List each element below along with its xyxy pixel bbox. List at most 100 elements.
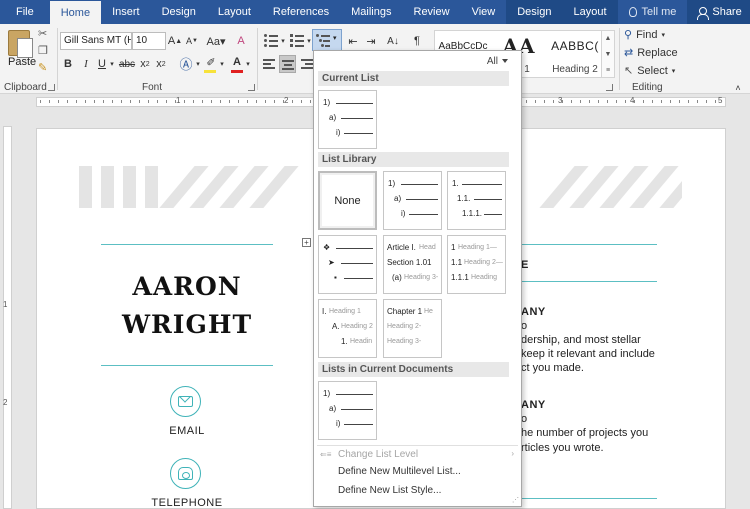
replace-button[interactable]: ⇄ Replace — [624, 46, 678, 60]
tab-view[interactable]: View — [461, 0, 507, 24]
tab-table-design[interactable]: Design — [506, 0, 563, 24]
vertical-ruler[interactable]: 1 2 — [0, 110, 14, 509]
tab-insert[interactable]: Insert — [101, 0, 151, 24]
styles-launcher-icon[interactable] — [606, 84, 613, 91]
font-color-dropdown-icon[interactable]: ▾ — [244, 56, 252, 72]
share-button[interactable]: Share — [687, 0, 750, 24]
grow-font-icon[interactable]: A ▲ — [168, 33, 182, 49]
format-painter-icon[interactable]: ✎ — [38, 61, 47, 74]
resume-name-line-1[interactable]: AARON — [101, 268, 273, 306]
subscript-icon[interactable]: x2 — [139, 56, 151, 72]
multilevel-list-button[interactable]: ▾ — [312, 29, 342, 51]
shrink-font-icon[interactable]: A ▼ — [185, 33, 199, 49]
font-size-select[interactable]: 10 — [132, 32, 166, 50]
increase-indent-icon[interactable]: ⇥ — [364, 33, 378, 49]
select-dropdown-icon: ▾ — [671, 67, 676, 75]
tile-label: Section 1.01 — [387, 258, 432, 267]
find-button[interactable]: ⚲ Find ▾ — [624, 28, 665, 42]
select-button[interactable]: ↖ Select ▾ — [624, 64, 676, 78]
tab-references[interactable]: References — [262, 0, 340, 24]
resize-gripper-icon[interactable]: ⋰ — [512, 496, 519, 504]
tab-review[interactable]: Review — [403, 0, 461, 24]
font-family-select[interactable]: Gill Sans MT (H — [60, 32, 132, 50]
body-text-line[interactable]: ct you made. — [521, 362, 584, 374]
font-color-icon[interactable]: A — [230, 54, 244, 70]
tile-label: Chapter 1 — [387, 307, 423, 316]
list-library-numbered[interactable]: 1) a) i) — [383, 171, 442, 230]
numbering-icon[interactable] — [290, 34, 304, 47]
tab-mailings[interactable]: Mailings — [340, 0, 402, 24]
font-launcher-icon[interactable] — [248, 84, 255, 91]
bullets-dropdown-icon[interactable]: ▾ — [279, 33, 287, 49]
text-effects-dropdown-icon[interactable]: ▾ — [194, 56, 202, 72]
tile-label: a) — [329, 113, 337, 122]
company-heading-fragment[interactable]: ANY — [521, 399, 546, 411]
list-library-bullets[interactable]: ❖ ➤ ▪ — [318, 235, 377, 294]
copy-icon[interactable]: ❐ — [38, 44, 48, 57]
superscript-icon[interactable]: x2 — [155, 56, 167, 72]
ruler-number: 5 — [718, 96, 723, 105]
align-center-button[interactable] — [279, 55, 296, 73]
clipboard-paste-icon[interactable] — [8, 30, 33, 58]
banner-stripe — [79, 166, 92, 208]
bullets-icon[interactable] — [264, 34, 278, 47]
company-heading-fragment[interactable]: ANY — [521, 306, 546, 318]
body-text-line[interactable]: dership, and most stellar — [521, 334, 641, 346]
body-text-line[interactable]: rticles you wrote. — [521, 442, 604, 454]
document-list-tile[interactable]: 1) a) i) — [318, 381, 377, 440]
tell-me-search[interactable]: Tell me — [618, 0, 688, 24]
paste-button-label[interactable]: Paste — [8, 56, 36, 68]
define-list-style-menuitem[interactable]: Define New List Style... — [338, 485, 441, 496]
tab-layout[interactable]: Layout — [207, 0, 262, 24]
ruler-tick — [652, 100, 653, 103]
tab-design[interactable]: Design — [151, 0, 207, 24]
tile-label: 1.1. — [457, 194, 471, 203]
section-heading-fragment[interactable]: E — [521, 259, 529, 271]
clipboard-launcher-icon[interactable] — [48, 84, 55, 91]
clear-formatting-icon[interactable]: A — [234, 33, 248, 49]
list-library-heading-numbered[interactable]: 1 Heading 1— 1.1 Heading 2— 1.1.1 Headin… — [447, 235, 506, 294]
tile-line — [344, 133, 373, 134]
underline-icon[interactable]: U — [96, 56, 108, 72]
tab-home[interactable]: Home — [49, 0, 102, 24]
change-case-icon[interactable]: Aa▾ — [206, 33, 226, 49]
table-move-handle-icon[interactable]: + — [302, 238, 311, 247]
list-library-decimal[interactable]: 1. 1.1. 1.1.1. — [447, 171, 506, 230]
resume-name-line-2[interactable]: WRIGHT — [101, 306, 273, 344]
styles-scroll[interactable]: ▲ ▼ ≡ — [602, 30, 615, 78]
italic-icon[interactable]: I — [80, 56, 92, 72]
text-effects-icon[interactable]: Ⓐ — [178, 55, 194, 72]
tile-label: 1 — [451, 243, 456, 252]
multilevel-list-dropdown: All Current List 1) a) i) List Library N… — [313, 50, 522, 507]
current-list-tile[interactable]: 1) a) i) — [318, 90, 377, 149]
tab-table-layout[interactable]: Layout — [562, 0, 618, 24]
decrease-indent-icon[interactable]: ⇤ — [346, 33, 360, 49]
style-heading-2[interactable]: AABBC( Heading 2 — [547, 31, 601, 77]
list-filter-dropdown[interactable]: All — [487, 56, 508, 67]
align-left-icon[interactable] — [263, 59, 277, 71]
body-text-line[interactable]: keep it relevant and include — [521, 348, 655, 360]
list-library-chapter-heading[interactable]: Chapter 1 He Heading 2- Heading 3- — [383, 299, 442, 358]
list-library-none[interactable]: None — [318, 171, 377, 230]
define-multilevel-list-menuitem[interactable]: Define New Multilevel List... — [338, 466, 461, 477]
show-formatting-icon[interactable]: ¶ — [411, 33, 423, 49]
highlight-icon[interactable]: ✐ — [204, 54, 218, 70]
ruler-tick — [562, 100, 563, 103]
list-library-header: List Library — [318, 152, 509, 167]
underline-dropdown-icon[interactable]: ▾ — [108, 56, 116, 72]
tile-label: Headin — [350, 338, 373, 345]
telephone-label[interactable]: TELEPHONE — [137, 497, 237, 509]
list-library-article-section[interactable]: Article I. Head Section 1.01 (a) Heading… — [383, 235, 442, 294]
sort-icon[interactable]: A↓ — [386, 33, 400, 49]
body-text-line[interactable]: he number of projects you — [521, 427, 648, 439]
strikethrough-icon[interactable]: abc — [119, 56, 135, 72]
ruler-tick — [670, 100, 671, 103]
collapse-ribbon-icon[interactable]: ˄ — [732, 80, 744, 96]
cut-icon[interactable]: ✂ — [38, 27, 47, 40]
tab-file[interactable]: File — [0, 0, 50, 24]
bold-icon[interactable]: B — [62, 56, 74, 72]
highlight-dropdown-icon[interactable]: ▾ — [218, 56, 226, 72]
email-label[interactable]: EMAIL — [137, 425, 237, 437]
ruler-tick — [292, 100, 293, 103]
list-library-roman-heading[interactable]: I. Heading 1 A. Heading 2 1. Headin — [318, 299, 377, 358]
